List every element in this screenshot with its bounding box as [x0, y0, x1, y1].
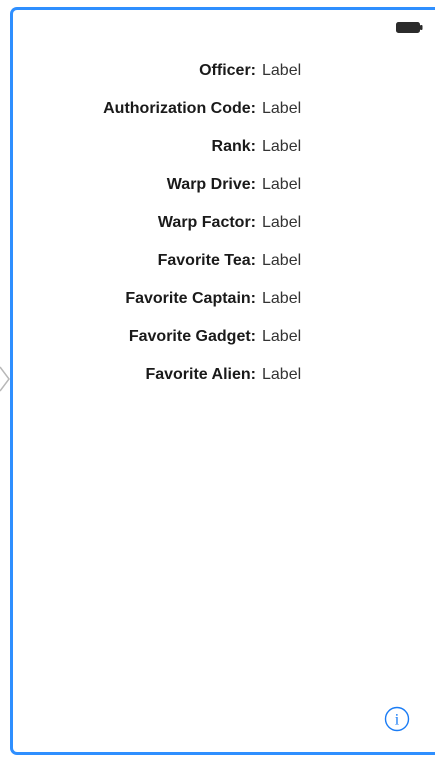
field-label-favorite-captain: Favorite Captain: — [125, 290, 256, 307]
field-value-favorite-tea: Label — [262, 252, 302, 269]
entry-point-arrow-icon — [0, 366, 10, 392]
field-value-authorization-code: Label — [262, 100, 302, 117]
field-value-warp-drive: Label — [262, 176, 302, 193]
field-label-officer: Officer: — [199, 62, 256, 79]
field-value-favorite-captain: Label — [262, 290, 302, 307]
field-label-warp-factor: Warp Factor: — [157, 214, 256, 231]
row-warp-factor: Warp Factor: Label — [13, 211, 433, 235]
field-label-rank: Rank: — [211, 138, 256, 155]
storyboard-canvas: Officer: Label Authorization Code: Label… — [0, 0, 435, 761]
row-officer: Officer: Label — [13, 59, 433, 83]
row-favorite-captain: Favorite Captain: Label — [13, 287, 433, 311]
field-value-favorite-gadget: Label — [262, 328, 302, 345]
field-label-favorite-alien: Favorite Alien: — [145, 366, 256, 383]
row-authorization-code: Authorization Code: Label — [13, 97, 433, 121]
row-warp-drive: Warp Drive: Label — [13, 173, 433, 197]
view-controller-scene[interactable]: Officer: Label Authorization Code: Label… — [10, 7, 435, 755]
row-favorite-alien: Favorite Alien: Label — [13, 363, 433, 387]
field-label-warp-drive: Warp Drive: — [166, 176, 256, 193]
row-favorite-gadget: Favorite Gadget: Label — [13, 325, 433, 349]
field-label-favorite-tea: Favorite Tea: — [157, 252, 256, 269]
field-label-authorization-code: Authorization Code: — [103, 100, 256, 117]
row-favorite-tea: Favorite Tea: Label — [13, 249, 433, 273]
field-label-favorite-gadget: Favorite Gadget: — [128, 328, 256, 345]
row-rank: Rank: Label — [13, 135, 433, 159]
field-value-favorite-alien: Label — [262, 366, 302, 383]
svg-text:i: i — [395, 712, 400, 729]
battery-icon — [396, 22, 423, 33]
field-value-rank: Label — [262, 138, 302, 155]
field-value-officer: Label — [262, 62, 302, 79]
info-icon[interactable]: i — [384, 706, 410, 732]
field-value-warp-factor: Label — [262, 214, 302, 231]
